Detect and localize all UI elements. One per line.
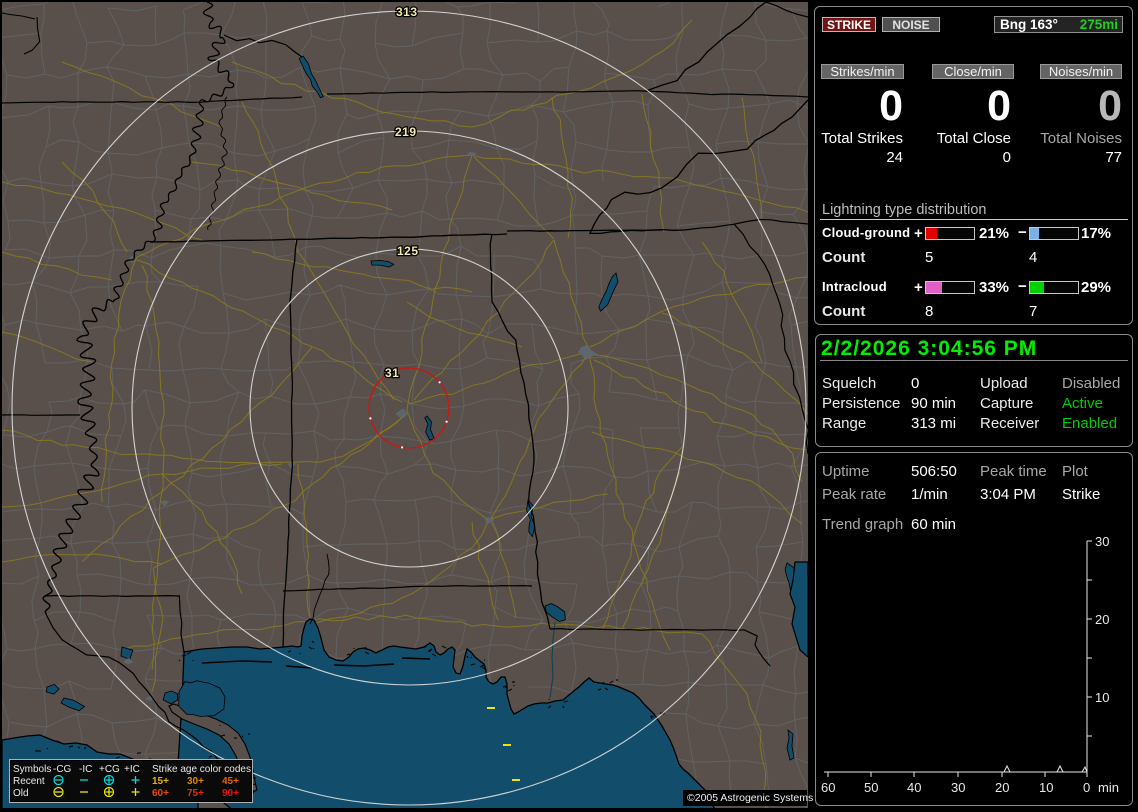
svg-text:-IC: -IC <box>79 764 92 775</box>
svg-text:45+: 45+ <box>222 776 239 787</box>
svg-text:+IC: +IC <box>124 764 140 775</box>
svg-text:Old: Old <box>13 788 29 799</box>
svg-text:30+: 30+ <box>187 776 204 787</box>
svg-text:313: 313 <box>396 5 418 19</box>
svg-text:50: 50 <box>864 780 878 795</box>
svg-text:75+: 75+ <box>187 788 204 799</box>
svg-text:30: 30 <box>1095 534 1109 549</box>
svg-text:-CG: -CG <box>53 764 72 775</box>
svg-text:Recent: Recent <box>13 776 45 787</box>
svg-text:10: 10 <box>1039 780 1053 795</box>
svg-text:0: 0 <box>1083 780 1090 795</box>
svg-text:+CG: +CG <box>99 764 120 775</box>
svg-text:20: 20 <box>995 780 1009 795</box>
svg-text:10: 10 <box>1095 690 1109 705</box>
svg-text:Strike age color codes: Strike age color codes <box>152 764 251 775</box>
svg-text:90+: 90+ <box>222 788 239 799</box>
svg-text:219: 219 <box>395 125 417 139</box>
svg-text:40: 40 <box>907 780 921 795</box>
svg-text:125: 125 <box>397 244 419 258</box>
svg-text:Symbols: Symbols <box>13 764 51 775</box>
svg-text:60: 60 <box>821 780 835 795</box>
svg-text:min: min <box>1098 780 1119 795</box>
svg-text:20: 20 <box>1095 612 1109 627</box>
svg-text:31: 31 <box>385 366 399 380</box>
svg-text:15+: 15+ <box>152 776 169 787</box>
svg-text:30: 30 <box>951 780 965 795</box>
svg-text:60+: 60+ <box>152 788 169 799</box>
